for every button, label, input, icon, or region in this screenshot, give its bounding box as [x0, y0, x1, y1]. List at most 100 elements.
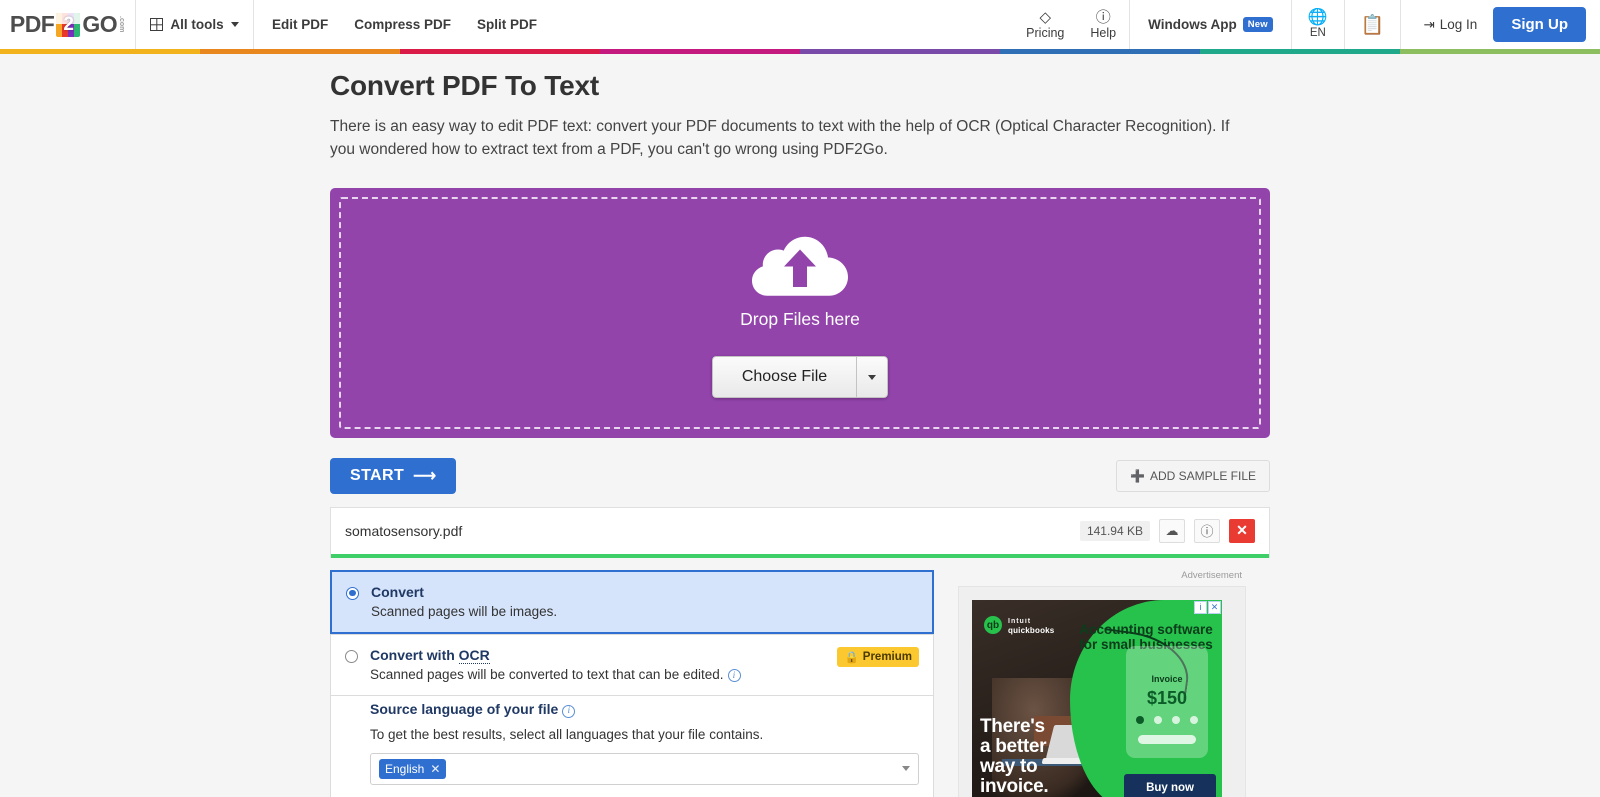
remove-file-button[interactable]: ✕ [1229, 518, 1255, 543]
file-row: somatosensory.pdf 141.94 KB ☁ ⓘ ✕ [331, 508, 1269, 554]
radio-convert-ocr[interactable] [345, 649, 358, 663]
tag-icon: ◇ [1039, 8, 1052, 26]
option-convert-title: Convert [371, 583, 424, 600]
language-multiselect[interactable]: English ✕ [370, 752, 919, 785]
page-description: There is an easy way to edit PDF text: c… [330, 118, 1230, 159]
advertisement-creative[interactable]: qb Intuit quickbooks Accounting software… [972, 599, 1222, 797]
nav-edit-pdf[interactable]: Edit PDF [272, 17, 328, 32]
conversion-options: Convert Scanned pages will be images. Co… [330, 569, 934, 797]
advertisement-box: qb Intuit quickbooks Accounting software… [958, 585, 1246, 797]
ad-invoice-dots [1126, 715, 1208, 724]
radio-convert[interactable] [346, 586, 359, 600]
signup-button[interactable]: Sign Up [1493, 7, 1586, 42]
ad-close-icon[interactable]: ✕ [1208, 600, 1221, 614]
ad-tagline-line3: way to [980, 756, 1038, 778]
choose-file-button[interactable]: Choose File [711, 356, 857, 398]
login-arrow-icon: ⇥ [1423, 16, 1435, 32]
plus-icon: ➕ [1130, 468, 1145, 483]
ad-invoice-label: Invoice [1151, 673, 1183, 684]
upload-progress-bar [331, 553, 1269, 558]
option-convert-ocr[interactable]: Convert with OCR Scanned pages will be c… [330, 633, 934, 696]
all-tools-menu[interactable]: All tools [136, 0, 254, 49]
add-sample-file-button[interactable]: ➕ ADD SAMPLE FILE [1116, 459, 1270, 492]
file-size: 141.94 KB [1079, 520, 1150, 541]
add-sample-file-label: ADD SAMPLE FILE [1149, 468, 1256, 483]
stripe-seg-3 [400, 49, 600, 54]
language-chip-english: English ✕ [379, 758, 447, 779]
logo-pdf-text: PDF [9, 11, 55, 37]
content-container: Convert PDF To Text There is an easy way… [330, 70, 1270, 797]
cloud-upload-icon[interactable]: ☁ [1159, 518, 1185, 543]
source-language-hint: To get the best results, select all lang… [370, 726, 764, 742]
file-dropzone[interactable]: Drop Files here Choose File [330, 187, 1270, 438]
ad-tagline: There's a better way to invoice. [980, 716, 1049, 797]
logo-cell[interactable]: PDF 2 GO .com [0, 0, 136, 49]
info-icon[interactable]: ⓘ [1194, 518, 1220, 543]
ad-tagline-line1: There's [980, 716, 1045, 737]
header-right: ◇ Pricing ⓘ Help Windows App New 🌐 EN 📋 … [1013, 0, 1600, 49]
source-language-text: Source language of your file [370, 701, 559, 717]
windows-app-label: Windows App [1148, 17, 1237, 32]
help-link[interactable]: ⓘ Help [1077, 0, 1129, 49]
pricing-label: Pricing [1026, 25, 1065, 40]
color-stripe [0, 49, 1600, 54]
option-ocr-title: Convert with OCR [370, 646, 825, 664]
site-header: PDF 2 GO .com All tools Edit PDF Compres… [0, 0, 1600, 49]
logo-com-text: .com [118, 16, 126, 33]
page-body: Convert PDF To Text There is an easy way… [0, 54, 1600, 797]
clipboard-clock-icon: 📋 [1360, 14, 1385, 36]
pricing-link[interactable]: ◇ Pricing [1013, 0, 1077, 49]
language-selector[interactable]: 🌐 EN [1292, 0, 1344, 49]
signup-wrap: Sign Up [1493, 0, 1600, 49]
all-tools-label: All tools [170, 17, 224, 32]
info-icon[interactable]: i [727, 669, 741, 682]
advertisement-label: Advertisement [1181, 569, 1242, 581]
logo-two-square: 2 [56, 12, 81, 37]
chevron-down-icon[interactable] [902, 766, 910, 771]
ad-info-icon[interactable]: i [1194, 600, 1207, 614]
option-ocr-title-text: Convert with [370, 646, 459, 663]
source-language-label: Source language of your file i [370, 701, 919, 718]
quickbooks-icon: qb [984, 616, 1002, 635]
primary-nav: Edit PDF Compress PDF Split PDF [254, 0, 537, 49]
arrow-right-icon: ⟶ [413, 467, 437, 485]
ad-cta-button[interactable]: Buy now [1124, 773, 1216, 797]
advertisement-column: Advertisement qb Intuit quickbooks Accou… [958, 570, 1246, 797]
lock-icon: 🔒 [844, 651, 859, 664]
option-ocr-subtitle: Scanned pages will be converted to text … [370, 666, 825, 682]
uploaded-file-card: somatosensory.pdf 141.94 KB ☁ ⓘ ✕ [330, 506, 1270, 558]
login-link[interactable]: ⇥ Log In [1401, 0, 1493, 49]
help-label: Help [1090, 25, 1117, 40]
ad-brand-name: quickbooks [1008, 625, 1055, 635]
stripe-seg-1 [0, 49, 200, 54]
option-ocr-subtitle-text: Scanned pages will be converted to text … [370, 666, 724, 682]
new-badge: New [1242, 17, 1273, 32]
stripe-seg-4 [600, 49, 800, 54]
start-button[interactable]: START ⟶ [330, 457, 457, 494]
language-label: EN [1309, 27, 1326, 39]
stripe-seg-2 [200, 49, 400, 54]
windows-app-link[interactable]: Windows App New [1130, 0, 1291, 49]
pdf2go-logo[interactable]: PDF 2 GO .com [10, 11, 125, 38]
remove-language-icon[interactable]: ✕ [430, 762, 440, 776]
grid-icon [150, 18, 164, 31]
nav-compress-pdf[interactable]: Compress PDF [354, 17, 451, 32]
option-convert[interactable]: Convert Scanned pages will be images. [330, 569, 934, 634]
chevron-down-icon [230, 22, 239, 27]
language-chip-label: English [385, 761, 425, 776]
nav-split-pdf[interactable]: Split PDF [477, 17, 537, 32]
choose-file-dropdown[interactable] [856, 356, 889, 398]
chevron-down-icon [868, 374, 877, 380]
choose-file-group: Choose File [711, 356, 889, 398]
stripe-seg-5 [800, 49, 1000, 54]
ad-invoice-bar [1138, 734, 1196, 744]
ocr-abbr: OCR [458, 646, 490, 664]
action-row: START ⟶ ➕ ADD SAMPLE FILE [330, 457, 1270, 494]
history-button[interactable]: 📋 [1345, 0, 1401, 49]
question-circle-icon: ⓘ [1095, 8, 1111, 26]
globe-icon: 🌐 [1307, 9, 1328, 26]
ad-brand-text: Intuit quickbooks [1008, 616, 1054, 635]
ad-brand-sub: Intuit [1008, 617, 1032, 625]
stripe-seg-7 [1200, 49, 1400, 54]
info-icon[interactable]: i [562, 704, 576, 718]
